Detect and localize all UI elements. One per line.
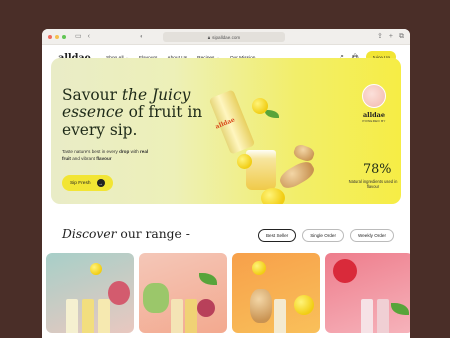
sip-fresh-button[interactable]: Sip Fresh → [62,175,113,191]
fruit-image [197,299,215,317]
shield-icon: ◐ [140,34,144,40]
close-window-button[interactable] [48,34,52,39]
browser-toolbar: ▭ ‹ ◐ 🔒︎ sipalldae.com ⇪ + ⧉ [42,29,410,45]
share-icon[interactable]: ⇪ [377,32,383,42]
product-card[interactable] [325,253,410,333]
can-image [171,299,183,333]
leaf-image [391,303,409,315]
lemon-image [252,261,266,275]
chevron-left-icon[interactable]: ‹ [88,33,90,40]
can-image [98,299,110,333]
ginger-image [250,289,272,323]
lemon-image [294,295,314,315]
lemon-image [252,98,268,114]
can-image [185,299,197,333]
minimize-window-button[interactable] [55,34,59,39]
filter-best-seller[interactable]: Best Seller [257,229,297,242]
product-card[interactable] [46,253,134,333]
hero-subtitle: Taste nature's best in every drop with r… [62,149,149,161]
fruit-image [108,281,130,305]
filter-weekly-order[interactable]: Weekly Order [350,229,394,242]
arrow-right-icon: → [96,179,105,187]
lemon-image [237,154,252,169]
stat-caption: Natural ingredients used in flavour [348,179,398,190]
brand-badge-image [362,84,386,108]
stat-value: 78% [363,162,392,177]
fruit-image [143,283,169,313]
lock-icon: 🔒︎ [207,34,211,40]
badge-logo: alldae [362,111,386,119]
plus-icon[interactable]: + [389,32,393,42]
filter-single-order[interactable]: Single Order [302,229,344,242]
sidebar-icon[interactable]: ▭ [75,33,82,40]
range-title: Discover our range - [62,227,190,241]
leaf-image [265,110,279,118]
ginger-image [276,158,318,192]
tabs-icon[interactable]: ⧉ [399,32,404,42]
browser-window: ▭ ‹ ◐ 🔒︎ sipalldae.com ⇪ + ⧉ alldae Shop… [42,29,410,338]
product-card[interactable] [232,253,320,333]
can-image [66,299,78,333]
can-image [82,299,94,333]
leaf-image [199,273,217,285]
url-text: sipalldae.com [212,34,241,40]
hero-banner: Savour the Juicy essence of fruit in eve… [51,58,401,204]
lemon-image [90,263,102,275]
maximize-window-button[interactable] [62,34,66,39]
lemon-image [261,188,285,204]
address-bar[interactable]: 🔒︎ sipalldae.com [163,32,285,42]
ginger-image [292,143,316,163]
hero-title: Savour the Juicy essence of fruit in eve… [62,86,203,139]
can-image [377,299,389,333]
range-filters: Best Seller Single Order Weekly Order [257,229,394,242]
product-card[interactable] [139,253,227,333]
badge-subtitle: POWERED BY [362,119,386,123]
hibiscus-image [333,259,357,283]
can-image [361,299,373,333]
can-image [274,299,286,333]
product-grid [46,253,410,333]
